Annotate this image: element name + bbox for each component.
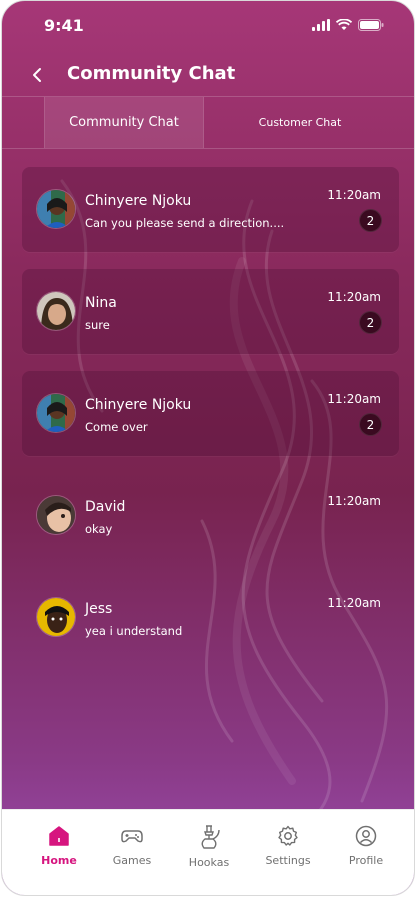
tab-community-chat[interactable]: Community Chat	[44, 97, 204, 148]
phone-screen: 9:41 Community Chat Community Chat Custo…	[1, 0, 415, 896]
chat-tabs: Community Chat Customer Chat	[2, 97, 414, 148]
header: Community Chat	[2, 53, 414, 97]
avatar	[36, 189, 76, 229]
unread-badge: 2	[359, 311, 382, 334]
avatar	[36, 393, 76, 433]
chat-contact-name: Chinyere Njoku	[85, 193, 192, 209]
avatar	[36, 291, 76, 331]
unread-badge: 2	[359, 413, 382, 436]
avatar	[36, 597, 76, 637]
chat-contact-name: Nina	[85, 295, 117, 311]
chat-timestamp: 11:20am	[327, 392, 381, 406]
tabs-divider	[2, 148, 414, 149]
profile-icon	[355, 825, 377, 847]
nav-label: Games	[112, 854, 152, 867]
chat-contact-name: David	[85, 499, 126, 515]
hookah-icon	[201, 825, 220, 849]
chat-last-message: Come over	[85, 420, 148, 434]
chat-contact-name: Jess	[85, 601, 113, 617]
nav-home[interactable]: Home	[24, 824, 94, 867]
nav-label: Hookas	[188, 856, 230, 869]
chat-list-item[interactable]: Chinyere Njoku Come over 11:20am 2	[22, 371, 399, 456]
chat-list-item[interactable]: David okay 11:20am	[22, 473, 399, 558]
nav-hookas[interactable]: Hookas	[174, 824, 244, 869]
home-icon	[49, 826, 69, 846]
chat-timestamp: 11:20am	[327, 596, 381, 610]
wifi-icon	[336, 19, 352, 30]
nav-label: Home	[41, 854, 77, 867]
chat-list-item[interactable]: Chinyere Njoku Can you please send a dir…	[22, 167, 399, 252]
unread-badge: 2	[359, 209, 382, 232]
status-time: 9:41	[44, 16, 84, 35]
chat-list-item[interactable]: Nina sure 11:20am 2	[22, 269, 399, 354]
nav-label: Settings	[265, 854, 311, 867]
chat-timestamp: 11:20am	[327, 494, 381, 508]
chat-last-message: Can you please send a direction....	[85, 216, 285, 230]
chat-contact-name: Chinyere Njoku	[85, 397, 192, 413]
status-icons	[312, 19, 384, 31]
battery-icon	[358, 19, 384, 31]
nav-games[interactable]: Games	[97, 824, 167, 867]
status-bar: 9:41	[2, 1, 414, 51]
nav-label: Profile	[348, 854, 384, 867]
cellular-signal-icon	[312, 19, 330, 31]
chat-last-message: yea i understand	[85, 624, 183, 638]
back-arrow-icon[interactable]	[26, 61, 50, 89]
avatar	[36, 495, 76, 535]
chat-timestamp: 11:20am	[327, 290, 381, 304]
chat-timestamp: 11:20am	[327, 188, 381, 202]
page-title: Community Chat	[67, 63, 236, 84]
gear-icon	[278, 825, 298, 846]
nav-profile[interactable]: Profile	[331, 824, 401, 867]
nav-settings[interactable]: Settings	[253, 824, 323, 867]
chat-last-message: okay	[85, 522, 113, 536]
tab-customer-chat[interactable]: Customer Chat	[204, 97, 396, 148]
chat-list-item[interactable]: Jess yea i understand 11:20am	[22, 575, 399, 660]
gamepad-icon	[121, 830, 143, 843]
bottom-navigation: Home Games Hookas Settings Profile	[2, 809, 414, 895]
chat-last-message: sure	[85, 318, 110, 332]
